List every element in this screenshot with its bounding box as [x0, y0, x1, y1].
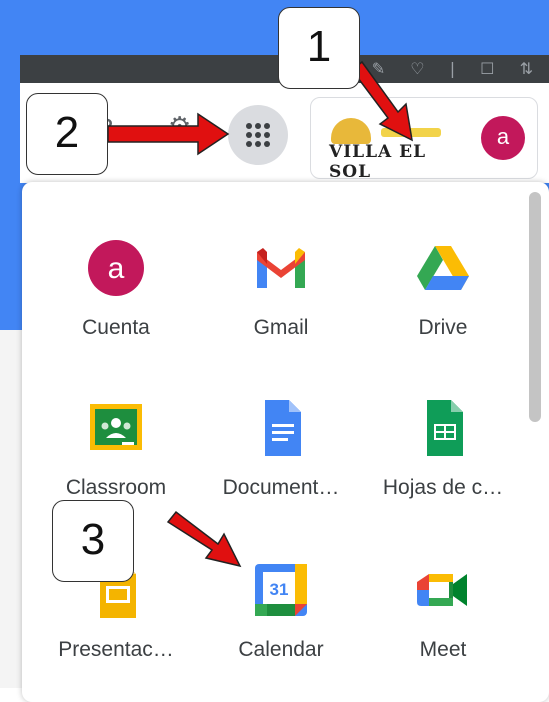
arrow-1 [350, 60, 413, 142]
arrow-3 [166, 510, 242, 568]
callout-1: 1 [278, 7, 360, 89]
callout-3: 3 [52, 500, 134, 582]
callout-2: 2 [26, 93, 108, 175]
arrow-2 [107, 112, 230, 156]
